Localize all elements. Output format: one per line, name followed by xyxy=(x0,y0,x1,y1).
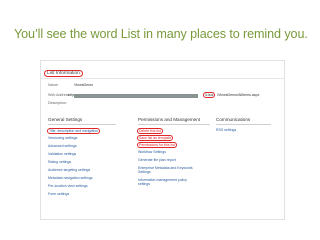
web-address-path: /ViewsDemo/AllItems.aspx xyxy=(217,93,260,97)
generate-file-plan-report-link[interactable]: Generate file plan report xyxy=(138,158,176,162)
communications-heading: Communications xyxy=(216,115,271,125)
list-information-title: List Information xyxy=(44,70,83,77)
versioning-settings-link[interactable]: Versioning settings xyxy=(48,136,77,140)
information-management-policy-link[interactable]: Information management policy settings xyxy=(138,178,196,186)
save-list-as-template-link[interactable]: Save list as template xyxy=(137,135,174,141)
web-address-label: Web Address: xyxy=(48,93,71,97)
name-value: ViewsDemo xyxy=(74,83,94,87)
name-label: Name: xyxy=(48,83,59,87)
workflow-settings-link[interactable]: Workflow Settings xyxy=(138,150,166,154)
rss-settings-link[interactable]: RSS settings xyxy=(216,128,236,132)
enterprise-metadata-keywords-link[interactable]: Enterprise Metadata and Keywords Setting… xyxy=(138,166,196,174)
audience-targeting-settings-link[interactable]: Audience targeting settings xyxy=(48,168,90,172)
description-label: Description: xyxy=(48,101,67,105)
advanced-settings-link[interactable]: Advanced settings xyxy=(48,144,77,148)
general-settings-heading: General Settings xyxy=(48,115,116,125)
rating-settings-link[interactable]: Rating settings xyxy=(48,160,71,164)
per-location-view-settings-link[interactable]: Per-location view settings xyxy=(48,184,88,188)
permissions-for-list-link[interactable]: Permissions for this list xyxy=(137,142,177,148)
title-description-navigation-link[interactable]: Title, description and navigation xyxy=(47,128,101,134)
form-settings-link[interactable]: Form settings xyxy=(48,192,69,196)
slide-title: You’ll see the word List in many places … xyxy=(14,27,308,41)
delete-list-link[interactable]: Delete this list xyxy=(137,128,163,134)
metadata-navigation-settings-link[interactable]: Metadata navigation settings xyxy=(48,176,93,180)
web-address-redacted xyxy=(74,94,198,98)
permissions-management-heading: Permissions and Management xyxy=(138,115,210,125)
list-information-header: List Information xyxy=(41,70,284,79)
validation-settings-link[interactable]: Validation settings xyxy=(48,152,76,156)
web-address-site: /Lists xyxy=(203,92,216,98)
list-settings-screenshot: List Information Name: ViewsDemo Web Add… xyxy=(40,60,285,220)
